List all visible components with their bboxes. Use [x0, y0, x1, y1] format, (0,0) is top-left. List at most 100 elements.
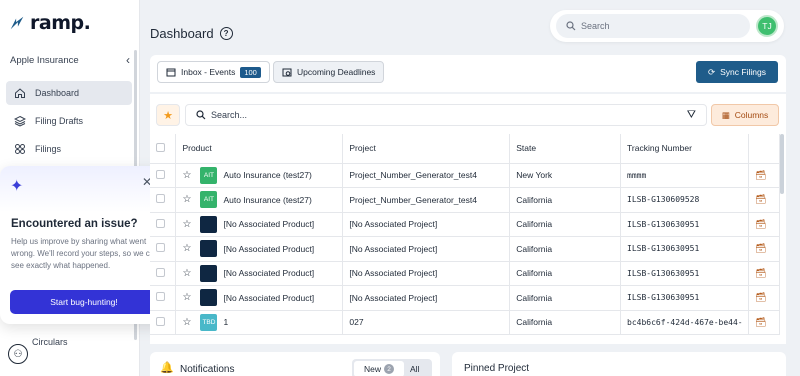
product-name[interactable]: Auto Insurance (test27)	[223, 170, 311, 180]
row-checkbox[interactable]	[156, 243, 165, 253]
table-search-input[interactable]: Search... ⛛	[185, 104, 707, 126]
row-select-cell	[150, 285, 177, 311]
column-header-project[interactable]: Project	[342, 134, 511, 164]
company-selector[interactable]: Apple Insurance ‹	[10, 53, 130, 67]
project-cell[interactable]: 027	[342, 310, 511, 335]
table-row[interactable]: ☆ [No Associated Product] [No Associated…	[150, 261, 780, 286]
project-cell[interactable]: [No Associated Project]	[342, 236, 511, 262]
table-row[interactable]: ☆ [No Associated Product] [No Associated…	[150, 236, 780, 262]
archive-icon[interactable]: 🗃	[755, 219, 766, 229]
filings-table-panel: ★ Search... ⛛ ▦ Columns Product Project …	[150, 94, 786, 344]
project-cell[interactable]: [No Associated Project]	[342, 285, 511, 311]
favorite-star-icon[interactable]: ☆	[182, 219, 194, 230]
table-row[interactable]: ☆ [No Associated Product] [No Associated…	[150, 212, 780, 237]
global-search-input[interactable]: Search	[556, 14, 750, 38]
calendar-icon	[166, 68, 176, 77]
favorite-star-icon[interactable]: ☆	[182, 268, 194, 279]
table-row[interactable]: ☆ [No Associated Product] [No Associated…	[150, 285, 780, 311]
sidebar-item-filings[interactable]: Filings	[6, 137, 132, 161]
sync-filings-button[interactable]: ⟳ Sync Filings	[696, 61, 778, 83]
product-name[interactable]: 1	[223, 317, 228, 327]
popup-header-gradient	[0, 166, 168, 212]
search-placeholder: Search	[581, 21, 610, 31]
columns-label: Columns	[734, 110, 769, 120]
product-cell: ☆ AIT Auto Insurance (test27)	[175, 187, 344, 213]
tab-inbox-events[interactable]: Inbox - Events 100	[157, 61, 270, 83]
tab-upcoming-deadlines[interactable]: Upcoming Deadlines	[273, 61, 385, 83]
page-title: Dashboard ?	[150, 26, 233, 41]
sidebar-item-dashboard[interactable]: Dashboard	[6, 81, 132, 105]
column-header-state[interactable]: State	[509, 134, 622, 164]
filter-new-button[interactable]: New 2	[354, 361, 404, 376]
ramp-logo[interactable]: ramp.	[8, 12, 91, 34]
pinned-project-panel: Pinned Project	[452, 352, 786, 376]
filter-icon[interactable]: ⛛	[687, 109, 696, 122]
row-select-cell	[150, 310, 177, 335]
start-bug-hunting-button[interactable]: Start bug-hunting!	[10, 290, 158, 314]
project-cell[interactable]: Project_Number_Generator_test4	[342, 163, 511, 188]
select-all-header	[150, 134, 177, 164]
product-name[interactable]: Auto Insurance (test27)	[223, 195, 311, 205]
sidebar-item-label: Filing Drafts	[35, 116, 84, 126]
product-cell: ☆ [No Associated Product]	[175, 285, 344, 311]
product-name[interactable]: [No Associated Product]	[223, 219, 314, 229]
table-row[interactable]: ☆ AIT Auto Insurance (test27) Project_Nu…	[150, 187, 780, 213]
search-icon	[196, 110, 206, 120]
sidebar-item-filing-drafts[interactable]: Filing Drafts	[6, 109, 132, 133]
archive-icon[interactable]: 🗃	[755, 243, 766, 253]
row-checkbox[interactable]	[156, 267, 165, 277]
sidebar-item-label: Dashboard	[35, 88, 80, 98]
row-checkbox[interactable]	[156, 169, 165, 179]
row-checkbox[interactable]	[156, 218, 165, 228]
column-header-product[interactable]: Product	[175, 134, 344, 164]
state-cell: California	[509, 187, 622, 213]
product-name[interactable]: [No Associated Product]	[223, 244, 314, 254]
favorite-star-icon[interactable]: ☆	[182, 194, 194, 205]
row-select-cell	[150, 212, 177, 237]
row-checkbox[interactable]	[156, 194, 165, 204]
column-header-tracking-number[interactable]: Tracking Number	[620, 134, 749, 164]
product-tag: TBD	[200, 313, 218, 331]
filter-all-button[interactable]: All	[410, 364, 419, 374]
archive-icon[interactable]: 🗃	[755, 170, 766, 180]
table-row[interactable]: ☆ AIT Auto Insurance (test27) Project_Nu…	[150, 163, 780, 188]
archive-icon[interactable]: 🗃	[755, 292, 766, 302]
tab-label: Inbox - Events	[181, 67, 236, 77]
help-icon[interactable]: ?	[219, 27, 233, 40]
row-checkbox[interactable]	[156, 316, 165, 326]
project-cell[interactable]: [No Associated Project]	[342, 212, 511, 237]
favorite-star-icon[interactable]: ☆	[182, 170, 194, 181]
avatar[interactable]: TJ	[756, 15, 778, 37]
home-icon	[15, 88, 25, 98]
bug-report-popup: ✦ ✕ Encountered an issue? Help us improv…	[0, 166, 168, 324]
table-scrollbar[interactable]	[780, 134, 784, 194]
accessibility-icon[interactable]: ⚇	[8, 344, 28, 364]
table-row[interactable]: ☆ TBD 1 027 California bc4b6c6f-424d-467…	[150, 310, 780, 335]
tracking-number-cell: ILSB-G130609528	[620, 187, 749, 213]
archive-icon[interactable]: 🗃	[755, 317, 766, 327]
product-name[interactable]: [No Associated Product]	[223, 293, 314, 303]
favorite-star-icon[interactable]: ☆	[182, 292, 194, 303]
row-checkbox[interactable]	[156, 292, 165, 302]
columns-button[interactable]: ▦ Columns	[711, 104, 779, 126]
project-cell[interactable]: Project_Number_Generator_test4	[342, 187, 511, 213]
row-select-cell	[150, 163, 177, 188]
product-name[interactable]: [No Associated Product]	[223, 268, 314, 278]
tracking-number-cell: ILSB-G130630951	[620, 236, 749, 262]
archive-icon[interactable]: 🗃	[755, 194, 766, 204]
favorite-star-icon[interactable]: ☆	[182, 243, 194, 254]
archive-icon[interactable]: 🗃	[755, 268, 766, 278]
actions-cell: 🗃	[748, 261, 780, 286]
filter-new-label: New	[363, 364, 381, 374]
product-cell: ☆ [No Associated Product]	[175, 236, 344, 262]
table-header-row: Product Project State Tracking Number	[150, 134, 780, 164]
state-cell: California	[509, 261, 622, 286]
product-cell: ☆ AIT Auto Insurance (test27)	[175, 163, 344, 188]
select-all-checkbox[interactable]	[156, 142, 165, 152]
row-select-cell	[150, 236, 177, 262]
project-cell[interactable]: [No Associated Project]	[342, 261, 511, 286]
collapse-sidebar-icon[interactable]: ‹	[126, 53, 130, 67]
favorites-filter-star-icon[interactable]: ★	[156, 104, 180, 126]
sidebar-item-circulars[interactable]: Circulars	[32, 337, 68, 347]
favorite-star-icon[interactable]: ☆	[182, 317, 194, 328]
